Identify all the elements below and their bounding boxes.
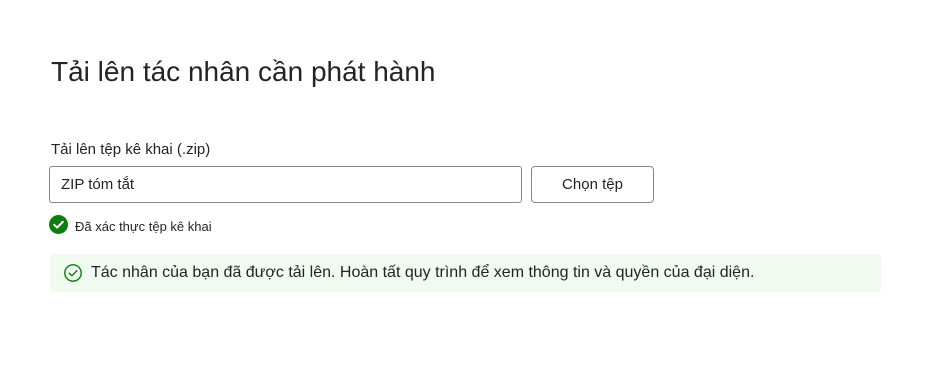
validation-text: Đã xác thực tệp kê khai bbox=[75, 219, 212, 234]
file-name-input[interactable]: ZIP tóm tắt bbox=[49, 166, 522, 203]
checkmark-circle-filled-icon bbox=[49, 214, 68, 234]
success-banner-message: Tác nhân của bạn đã được tải lên. Hoàn t… bbox=[91, 264, 755, 281]
upload-field-label: Tải lên tệp kê khai (.zip) bbox=[51, 141, 211, 158]
file-name-value: ZIP tóm tắt bbox=[61, 176, 135, 193]
success-banner: Tác nhân của bạn đã được tải lên. Hoàn t… bbox=[50, 254, 881, 292]
validation-status: Đã xác thực tệp kê khai bbox=[49, 214, 212, 234]
choose-file-button[interactable]: Chọn tệp bbox=[531, 166, 654, 203]
checkmark-circle-outline-icon bbox=[64, 264, 82, 282]
page-title: Tải lên tác nhân cần phát hành bbox=[51, 56, 436, 87]
